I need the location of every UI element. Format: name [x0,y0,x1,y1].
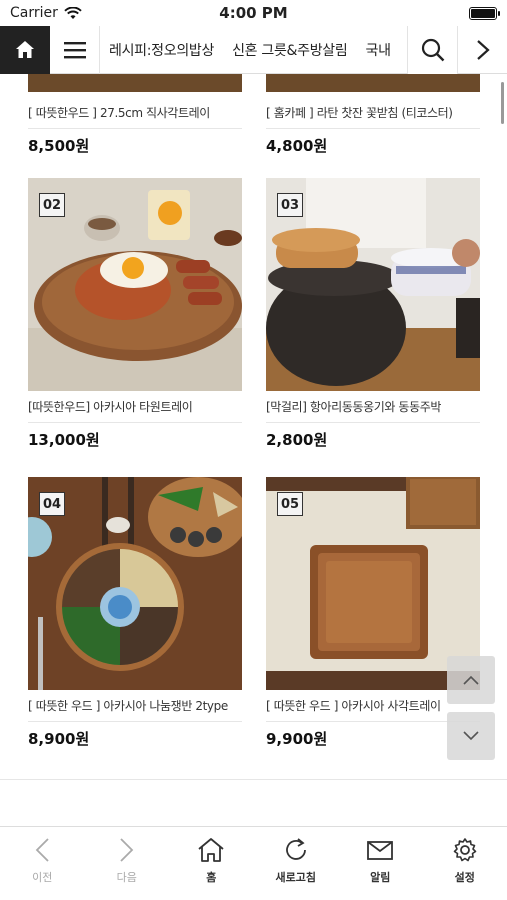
product-card[interactable]: 03 [막걸리] 항아리동동옹기와 동동주박 2,800원 [266,178,480,455]
gear-icon [453,838,477,862]
home-tab[interactable]: 홈 [169,827,254,900]
product-price: 2,800원 [266,431,328,449]
home-label: 홈 [206,871,217,884]
category-next-button[interactable] [457,25,507,74]
back-button[interactable]: 이전 [0,827,85,900]
back-label: 이전 [32,871,53,884]
section-divider [0,779,507,780]
product-image[interactable]: 02 [28,178,242,391]
scroll-indicator [501,82,504,124]
scroll-top-button[interactable] [447,656,495,704]
product-card[interactable]: 04 [ 따뜻한 우드 ] 아카시아 나눔쟁반 2type 8,900원 [28,477,242,754]
product-name[interactable]: [ 따뜻한 우드 ] 아카시아 나눔쟁반 2type [28,690,242,722]
product-image-partial[interactable] [28,74,242,92]
forward-button[interactable]: 다음 [85,827,170,900]
product-name[interactable]: [ 따뜻한우드 ] 27.5cm 직사각트레이 [28,97,242,129]
scroll-bottom-button[interactable] [447,712,495,760]
status-left: Carrier [10,5,82,21]
chevron-right-icon [120,838,134,862]
product-image[interactable]: 03 [266,178,480,391]
rank-badge: 03 [277,193,303,217]
chevron-left-icon [35,838,49,862]
menu-button[interactable] [50,25,100,74]
forward-label: 다음 [116,871,137,884]
carrier-label: Carrier [10,5,58,21]
product-price: 8,900원 [28,730,90,748]
notification-label: 알림 [370,871,391,884]
category-item[interactable]: 레시피:정오의밥상 [100,40,223,60]
top-nav: 레시피:정오의밥상 신혼 그릇&주방살림 국내 [0,25,507,74]
product-name[interactable]: [ 홈카페 ] 라탄 찻잔 꽃받침 (티코스터) [266,97,480,129]
product-card[interactable]: [ 따뜻한우드 ] 27.5cm 직사각트레이 8,500원 [28,97,242,161]
wifi-icon [64,6,82,19]
product-name[interactable]: [따뜻한우드] 아카시아 타원트레이 [28,391,242,423]
settings-label: 설정 [454,871,475,884]
product-price: 8,500원 [28,137,90,155]
rank-badge: 04 [39,492,65,516]
refresh-icon [285,838,306,860]
bottom-toolbar: 이전 다음 홈 새로고침 알림 설정 [0,826,507,900]
home-button[interactable] [0,25,50,74]
chevron-down-icon [463,731,479,741]
product-card[interactable]: 02 [따뜻한우드] 아카시아 타원트레이 13,000원 [28,178,242,455]
category-item[interactable]: 국내 [356,40,399,60]
rank-badge: 02 [39,193,65,217]
product-image[interactable]: 04 [28,477,242,690]
product-list[interactable]: [ 따뜻한우드 ] 27.5cm 직사각트레이 8,500원 [ 홈카페 ] 라… [0,74,507,826]
refresh-tab[interactable]: 새로고침 [254,827,339,900]
category-item[interactable]: 신혼 그릇&주방살림 [223,40,356,60]
status-bar: Carrier 4:00 PM [0,0,507,26]
category-scroller: 레시피:정오의밥상 신혼 그릇&주방살림 국내 [100,26,407,74]
refresh-label: 새로고침 [275,871,316,884]
product-name[interactable]: [막걸리] 항아리동동옹기와 동동주박 [266,391,480,423]
home-icon [16,41,34,58]
settings-tab[interactable]: 설정 [423,827,507,900]
hamburger-icon [63,41,86,58]
product-image-partial[interactable] [266,74,480,92]
product-price: 13,000원 [28,431,100,449]
chevron-right-icon [476,39,490,60]
battery-icon [469,6,500,20]
rank-badge: 05 [277,492,303,516]
search-button[interactable] [407,25,457,74]
home-outline-icon [198,838,224,862]
chevron-up-icon [463,675,479,685]
notification-tab[interactable]: 알림 [338,827,423,900]
product-card[interactable]: [ 홈카페 ] 라탄 찻잔 꽃받침 (티코스터) 4,800원 [266,97,480,161]
search-icon [421,38,444,61]
mail-icon [367,841,394,860]
product-price: 4,800원 [266,137,328,155]
